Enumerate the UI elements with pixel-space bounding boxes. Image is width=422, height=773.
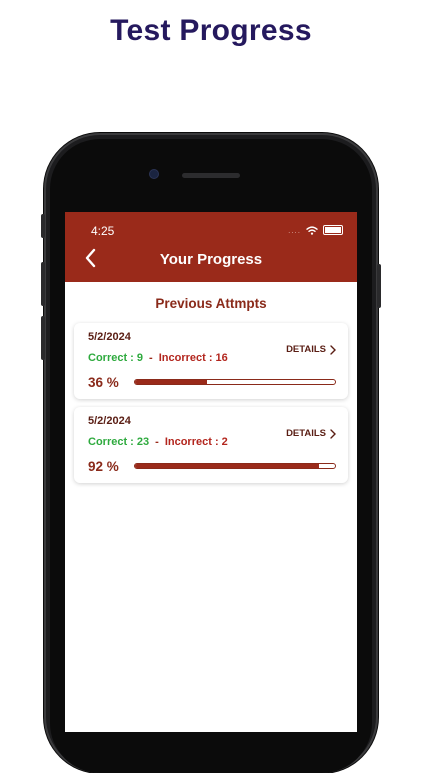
status-time: 4:25 — [91, 224, 115, 238]
correct-count: Correct : 23 — [88, 436, 150, 448]
score-percent: 92 % — [88, 459, 119, 474]
battery-icon — [323, 225, 343, 235]
progress-bar — [134, 379, 336, 385]
attempt-scores: Correct : 9 - Incorrect : 16 — [88, 352, 228, 364]
screen-title: Your Progress — [159, 251, 263, 268]
progress-fill — [135, 380, 207, 384]
status-icons: .... — [288, 225, 343, 235]
incorrect-count: Incorrect : 16 — [158, 352, 228, 364]
details-label: DETAILS — [286, 428, 326, 439]
score-percent: 36 % — [88, 375, 119, 390]
chevron-right-icon — [330, 428, 336, 439]
attempt-card[interactable]: 5/2/2024 Correct : 23 - Incorrect : 2 DE… — [74, 407, 348, 483]
silent-switch — [41, 214, 45, 238]
attempt-date: 5/2/2024 — [88, 331, 131, 343]
score-separator: - — [155, 436, 159, 448]
app-bar: 4:25 .... Your Progress — [65, 212, 357, 282]
details-button[interactable]: DETAILS — [286, 428, 336, 439]
signal-icon: .... — [288, 225, 301, 235]
app-screen: 4:25 .... Your Progress Previous Attmpts… — [65, 212, 357, 732]
score-separator: - — [149, 352, 153, 364]
incorrect-count: Incorrect : 2 — [164, 436, 228, 448]
attempt-scores: Correct : 23 - Incorrect : 2 — [88, 436, 228, 448]
progress-fill — [135, 464, 319, 468]
page-headline: Test Progress — [110, 14, 312, 47]
details-label: DETAILS — [286, 344, 326, 355]
progress-bar — [134, 463, 336, 469]
attempt-date: 5/2/2024 — [88, 415, 131, 427]
earpiece-speaker — [182, 173, 240, 178]
power-button — [377, 264, 381, 308]
volume-down-button — [41, 316, 45, 360]
wifi-icon — [306, 225, 318, 235]
front-camera — [150, 170, 158, 178]
section-title: Previous Attmpts — [155, 296, 267, 311]
details-button[interactable]: DETAILS — [286, 344, 336, 355]
chevron-right-icon — [330, 344, 336, 355]
correct-count: Correct : 9 — [88, 352, 144, 364]
attempt-card[interactable]: 5/2/2024 Correct : 9 - Incorrect : 16 DE… — [74, 323, 348, 399]
volume-up-button — [41, 262, 45, 306]
